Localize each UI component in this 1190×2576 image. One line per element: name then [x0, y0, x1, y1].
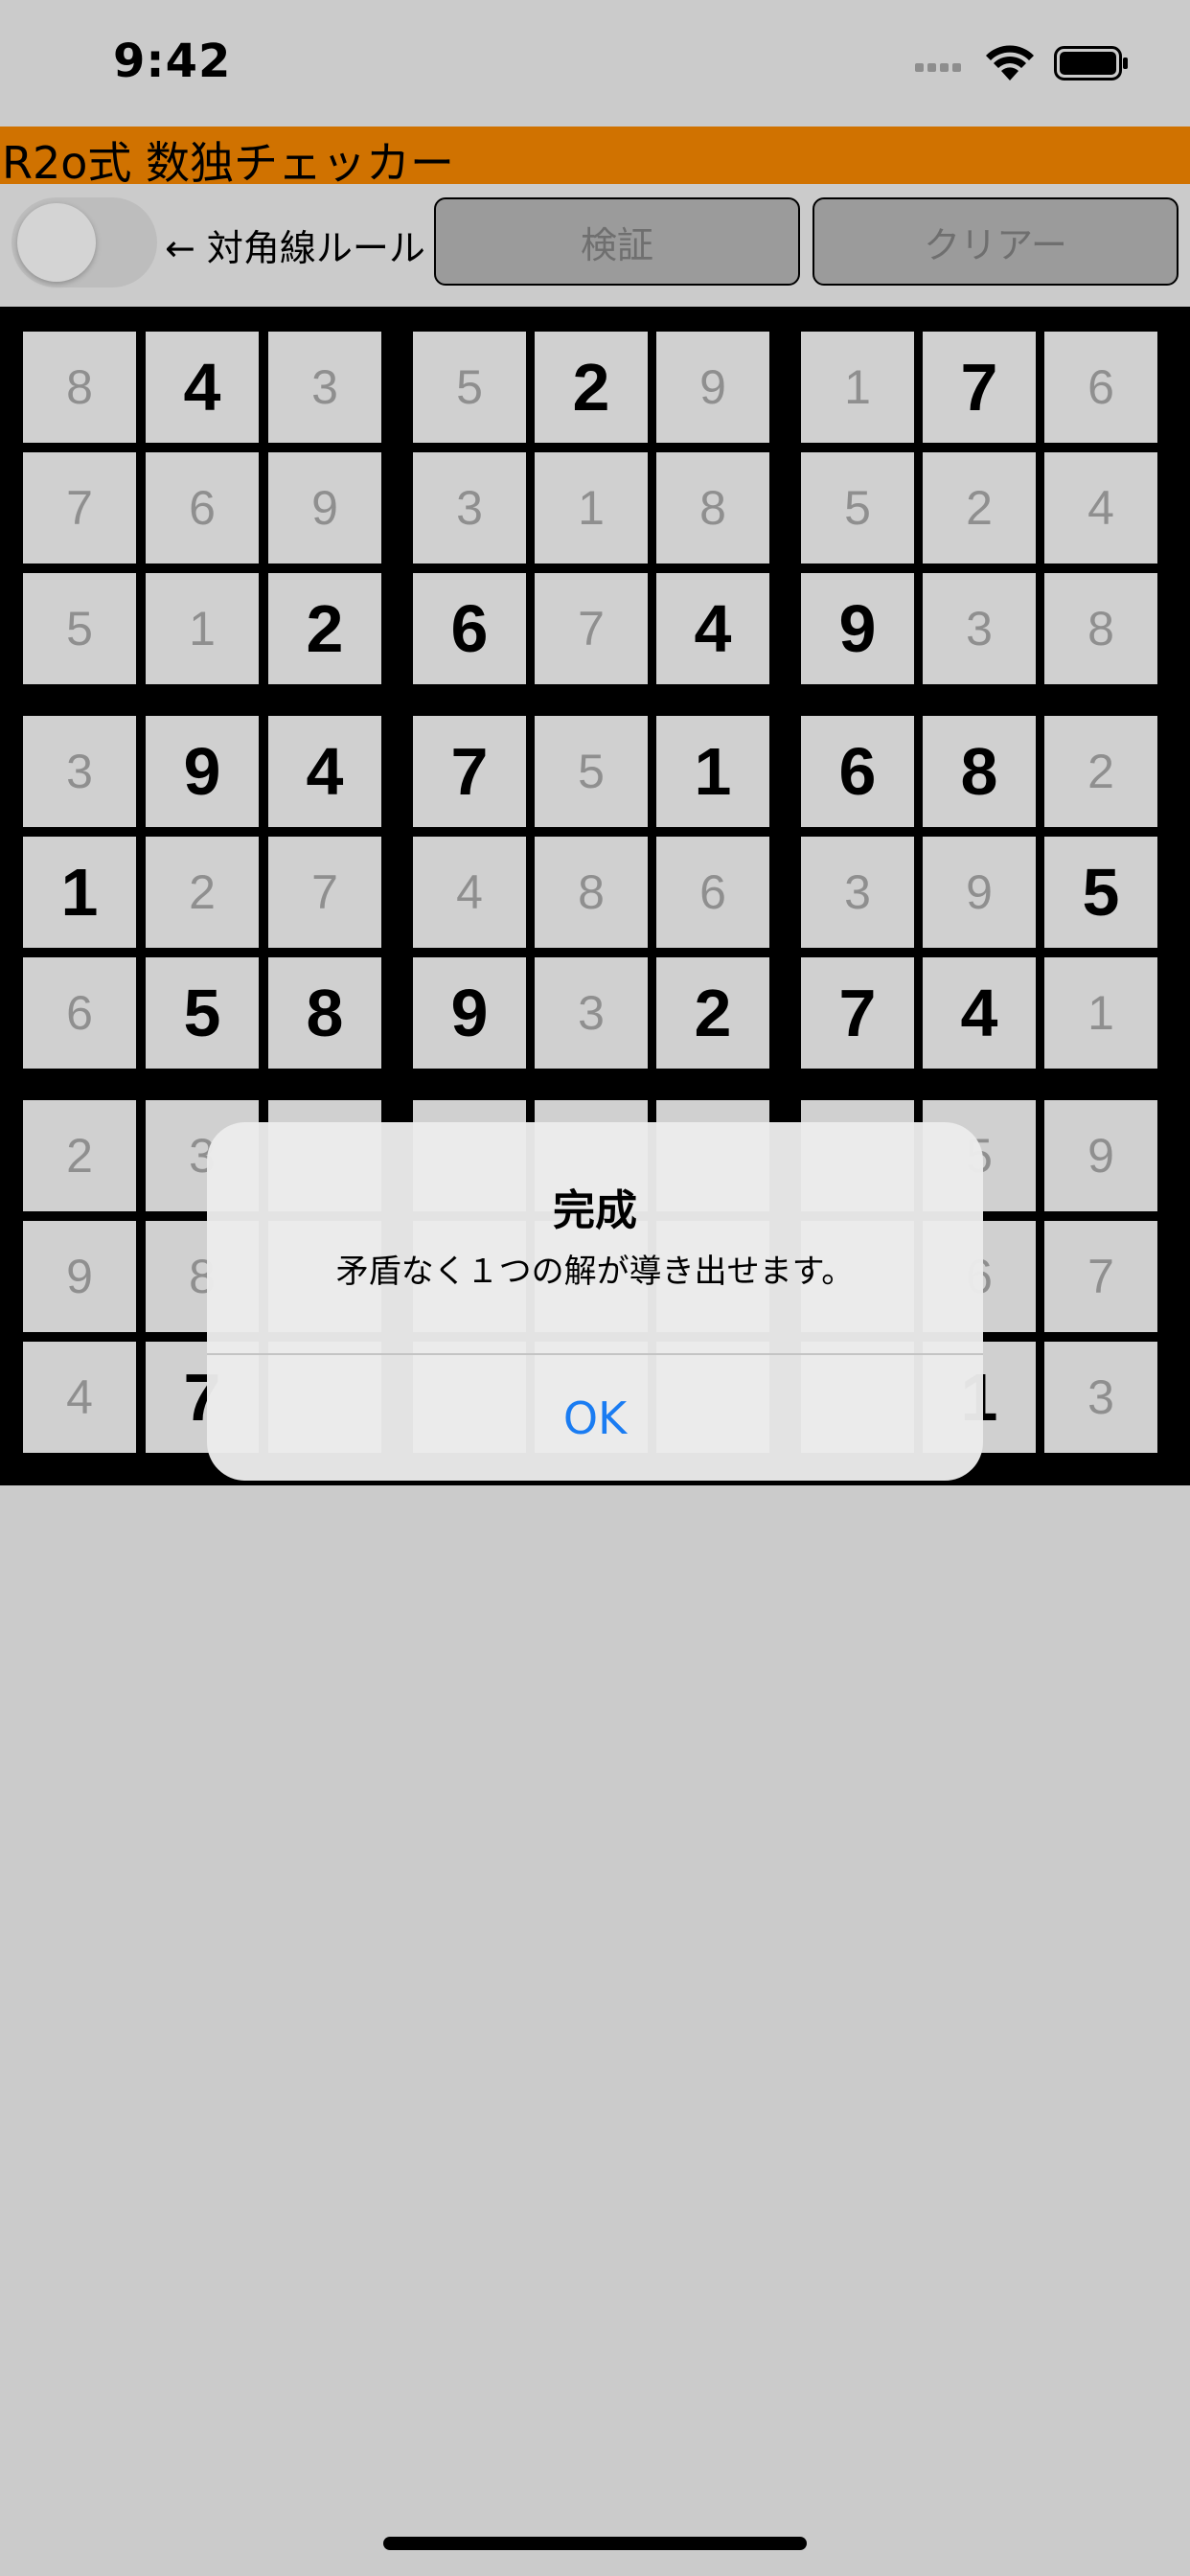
home-indicator — [383, 2537, 807, 2550]
ok-button[interactable]: OK — [207, 1355, 983, 1481]
alert-title: 完成 — [553, 1186, 637, 1235]
alert-message: 矛盾なく１つの解が導き出せます。 — [335, 1253, 855, 1291]
completion-alert: 完成 矛盾なく１つの解が導き出せます。 OK — [207, 1122, 983, 1481]
